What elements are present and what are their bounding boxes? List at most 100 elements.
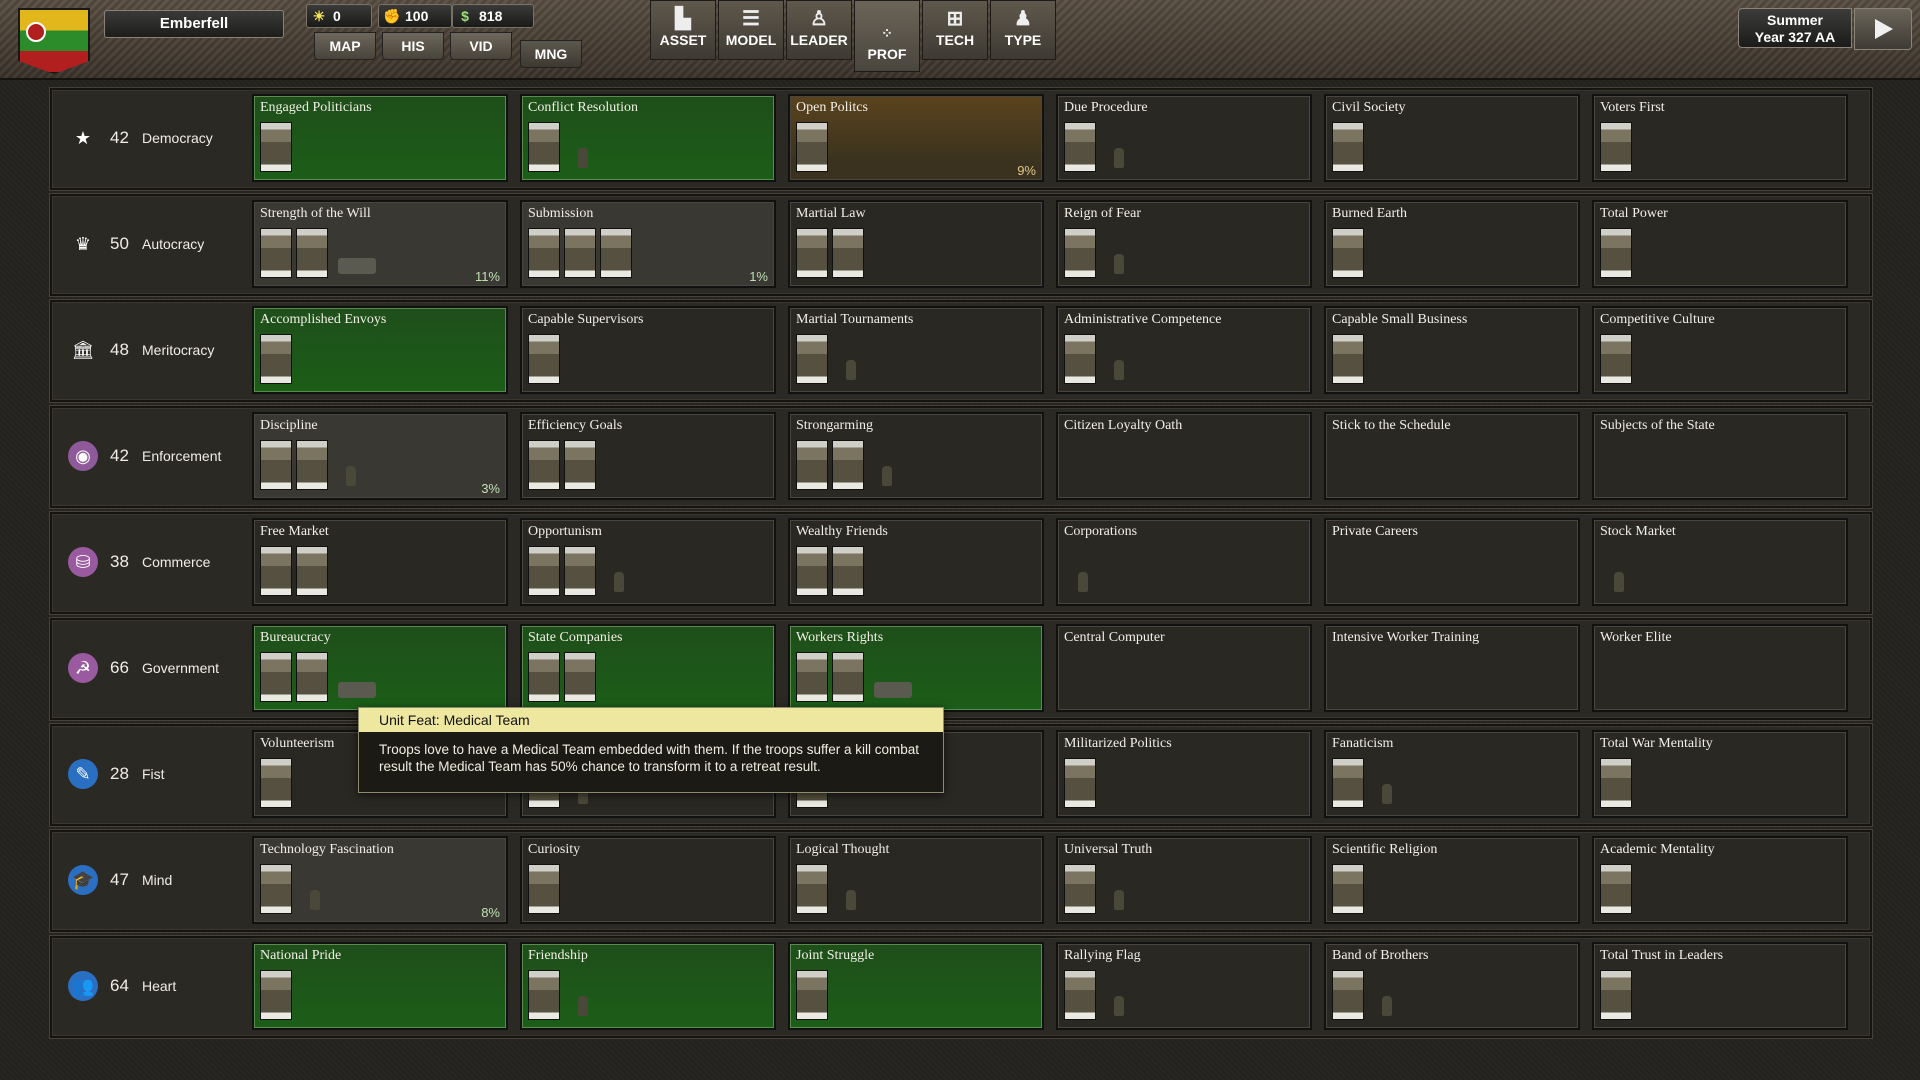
unit-card-thumbnail[interactable] [296, 652, 328, 702]
unit-card-thumbnail[interactable] [1332, 334, 1364, 384]
type-button[interactable]: ♟ TYPE [990, 0, 1056, 60]
soldier-figure-icon[interactable] [1604, 566, 1638, 596]
profile-card[interactable]: Competitive Culture [1592, 306, 1848, 394]
soldier-figure-icon[interactable] [568, 142, 602, 172]
unit-card-thumbnail[interactable] [528, 652, 560, 702]
unit-card-thumbnail[interactable] [528, 228, 560, 278]
soldier-figure-icon[interactable] [336, 460, 370, 490]
soldier-figure-icon[interactable] [1104, 248, 1138, 278]
profile-card[interactable]: Administrative Competence [1056, 306, 1312, 394]
unit-card-thumbnail[interactable] [832, 228, 864, 278]
profile-card[interactable]: Curiosity [520, 836, 776, 924]
profile-card[interactable]: Citizen Loyalty Oath [1056, 412, 1312, 500]
unit-card-thumbnail[interactable] [564, 440, 596, 490]
profile-card[interactable]: Corporations [1056, 518, 1312, 606]
vehicle-icon[interactable] [872, 672, 912, 702]
profile-card[interactable]: Civil Society [1324, 94, 1580, 182]
soldier-figure-icon[interactable] [1104, 990, 1138, 1020]
profile-card[interactable]: Strength of the Will 11% [252, 200, 508, 288]
unit-card-thumbnail[interactable] [1064, 228, 1096, 278]
soldier-figure-icon[interactable] [568, 990, 602, 1020]
profile-card[interactable]: Voters First [1592, 94, 1848, 182]
unit-card-thumbnail[interactable] [1600, 864, 1632, 914]
unit-card-thumbnail[interactable] [260, 228, 292, 278]
unit-card-thumbnail[interactable] [260, 546, 292, 596]
unit-card-thumbnail[interactable] [528, 970, 560, 1020]
profile-card[interactable]: Logical Thought [788, 836, 1044, 924]
unit-card-thumbnail[interactable] [260, 334, 292, 384]
profile-card[interactable]: State Companies [520, 624, 776, 712]
profile-card[interactable]: Reign of Fear [1056, 200, 1312, 288]
profile-card[interactable]: Bureaucracy [252, 624, 508, 712]
profile-card[interactable]: Martial Tournaments [788, 306, 1044, 394]
unit-card-thumbnail[interactable] [1600, 970, 1632, 1020]
soldier-figure-icon[interactable] [836, 884, 870, 914]
profile-card[interactable]: Rallying Flag [1056, 942, 1312, 1030]
soldier-figure-icon[interactable] [1372, 990, 1406, 1020]
unit-card-thumbnail[interactable] [1332, 228, 1364, 278]
unit-card-thumbnail[interactable] [796, 440, 828, 490]
unit-card-thumbnail[interactable] [296, 546, 328, 596]
profile-card[interactable]: Joint Struggle [788, 942, 1044, 1030]
unit-card-thumbnail[interactable] [1064, 758, 1096, 808]
soldier-figure-icon[interactable] [300, 884, 334, 914]
unit-card-thumbnail[interactable] [796, 122, 828, 172]
next-turn-button[interactable] [1854, 8, 1912, 50]
unit-card-thumbnail[interactable] [260, 652, 292, 702]
unit-card-thumbnail[interactable] [796, 546, 828, 596]
asset-button[interactable]: ▙ ASSET [650, 0, 716, 60]
profile-card[interactable]: Conflict Resolution [520, 94, 776, 182]
tab-mng[interactable]: MNG [520, 40, 582, 68]
profile-card[interactable]: Total Power [1592, 200, 1848, 288]
profile-card[interactable]: Efficiency Goals [520, 412, 776, 500]
vehicle-icon[interactable] [336, 248, 376, 278]
tech-button[interactable]: ⊞ TECH [922, 0, 988, 60]
unit-card-thumbnail[interactable] [1064, 334, 1096, 384]
unit-card-thumbnail[interactable] [564, 228, 596, 278]
unit-card-thumbnail[interactable] [1064, 970, 1096, 1020]
soldier-figure-icon[interactable] [604, 566, 638, 596]
profile-card[interactable]: Burned Earth [1324, 200, 1580, 288]
unit-card-thumbnail[interactable] [528, 546, 560, 596]
unit-card-thumbnail[interactable] [564, 546, 596, 596]
profile-card[interactable]: Technology Fascination 8% [252, 836, 508, 924]
profile-card[interactable]: Wealthy Friends [788, 518, 1044, 606]
model-button[interactable]: ☰ MODEL [718, 0, 784, 60]
unit-card-thumbnail[interactable] [796, 652, 828, 702]
unit-card-thumbnail[interactable] [600, 228, 632, 278]
profile-card[interactable]: Due Procedure [1056, 94, 1312, 182]
profile-card[interactable]: Subjects of the State [1592, 412, 1848, 500]
unit-card-thumbnail[interactable] [1600, 228, 1632, 278]
profile-card[interactable]: Martial Law [788, 200, 1044, 288]
unit-card-thumbnail[interactable] [832, 440, 864, 490]
unit-card-thumbnail[interactable] [1064, 864, 1096, 914]
profile-card[interactable]: Capable Supervisors [520, 306, 776, 394]
unit-card-thumbnail[interactable] [796, 334, 828, 384]
profile-card[interactable]: Academic Mentality [1592, 836, 1848, 924]
unit-card-thumbnail[interactable] [260, 122, 292, 172]
soldier-figure-icon[interactable] [1104, 354, 1138, 384]
nation-flag[interactable] [18, 8, 90, 74]
unit-card-thumbnail[interactable] [528, 864, 560, 914]
profile-card[interactable]: Stock Market [1592, 518, 1848, 606]
unit-card-thumbnail[interactable] [260, 758, 292, 808]
unit-card-thumbnail[interactable] [1600, 122, 1632, 172]
leader-button[interactable]: ♙ LEADER [786, 0, 852, 60]
unit-card-thumbnail[interactable] [528, 334, 560, 384]
unit-card-thumbnail[interactable] [1332, 758, 1364, 808]
profile-card[interactable]: Discipline 3% [252, 412, 508, 500]
profile-card[interactable]: Accomplished Envoys [252, 306, 508, 394]
profile-card[interactable]: Opportunism [520, 518, 776, 606]
soldier-figure-icon[interactable] [836, 354, 870, 384]
unit-card-thumbnail[interactable] [796, 864, 828, 914]
profile-card[interactable]: Stick to the Schedule [1324, 412, 1580, 500]
soldier-figure-icon[interactable] [1068, 566, 1102, 596]
soldier-figure-icon[interactable] [1104, 142, 1138, 172]
unit-card-thumbnail[interactable] [260, 864, 292, 914]
unit-card-thumbnail[interactable] [1064, 122, 1096, 172]
unit-card-thumbnail[interactable] [260, 970, 292, 1020]
profile-card[interactable]: Total Trust in Leaders [1592, 942, 1848, 1030]
unit-card-thumbnail[interactable] [296, 440, 328, 490]
profile-card[interactable]: Central Computer [1056, 624, 1312, 712]
unit-card-thumbnail[interactable] [296, 228, 328, 278]
